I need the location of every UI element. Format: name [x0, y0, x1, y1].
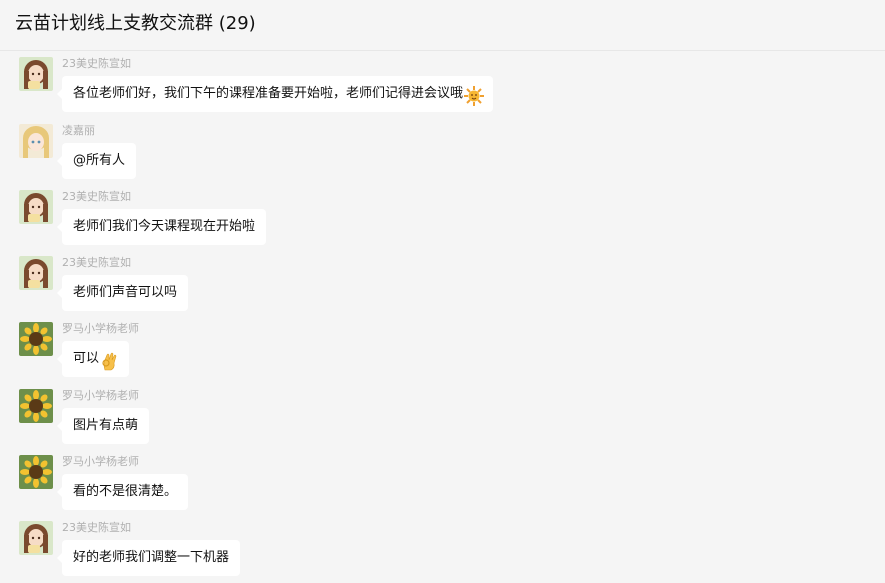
sender-name[interactable]: 23美史陈宣如 — [62, 188, 131, 204]
sunflower-avatar-icon — [19, 322, 53, 356]
message-bubble[interactable]: 看的不是很清楚。 — [56, 474, 189, 510]
sunflower-avatar-icon — [19, 455, 53, 489]
avatar[interactable] — [19, 190, 53, 224]
message-bubble[interactable]: @所有人 — [56, 143, 137, 179]
avatar[interactable] — [19, 322, 53, 356]
sender-name[interactable]: 23美史陈宣如 — [62, 254, 131, 270]
message-bubble[interactable]: 老师们我们今天课程现在开始啦 — [56, 209, 267, 245]
avatar[interactable] — [19, 124, 53, 158]
message-bubble[interactable]: 图片有点萌 — [56, 408, 150, 444]
message-text: 好的老师我们调整一下机器 — [73, 550, 230, 565]
message-text: @所有人 — [73, 153, 126, 168]
sun-emoji-icon — [464, 85, 485, 106]
anime-girl-brown-hair-avatar-icon — [19, 57, 53, 91]
anime-girl-brown-hair-avatar-icon — [19, 190, 53, 224]
sender-name[interactable]: 23美史陈宣如 — [62, 519, 131, 535]
avatar[interactable] — [19, 455, 53, 489]
avatar[interactable] — [19, 57, 53, 91]
message-text: 老师们我们今天课程现在开始啦 — [73, 219, 256, 234]
message-bubble[interactable]: 各位老师们好，我们下午的课程准备要开始啦，老师们记得进会议哦 — [56, 76, 494, 112]
message-bubble[interactable]: 老师们声音可以吗 — [56, 275, 189, 311]
avatar[interactable] — [19, 521, 53, 555]
avatar[interactable] — [19, 389, 53, 423]
message-text: 各位老师们好，我们下午的课程准备要开始啦，老师们记得进会议哦 — [73, 86, 464, 101]
message-text: 看的不是很清楚。 — [73, 484, 178, 499]
chat-title: 云苗计划线上支教交流群 (29) — [15, 13, 256, 34]
sender-name[interactable]: 罗马小学杨老师 — [62, 387, 139, 403]
avatar[interactable] — [19, 256, 53, 290]
anime-girl-brown-hair-avatar-icon — [19, 256, 53, 290]
ok-hand-emoji-icon — [100, 350, 118, 371]
message-bubble[interactable]: 可以 — [56, 341, 130, 377]
sender-name[interactable]: 凌嘉丽 — [62, 122, 95, 138]
sender-name[interactable]: 23美史陈宣如 — [62, 55, 131, 71]
anime-girl-blonde-avatar-icon — [19, 124, 53, 158]
message-text: 图片有点萌 — [73, 418, 139, 433]
chat-header: 云苗计划线上支教交流群 (29) — [0, 0, 885, 51]
message-text: 老师们声音可以吗 — [73, 285, 178, 300]
message-text: 可以 — [73, 351, 100, 366]
anime-girl-brown-hair-avatar-icon — [19, 521, 53, 555]
message-bubble[interactable]: 好的老师我们调整一下机器 — [56, 540, 241, 576]
sender-name[interactable]: 罗马小学杨老师 — [62, 453, 139, 469]
message-list[interactable]: 23美史陈宣如 各位老师们好，我们下午的课程准备要开始啦，老师们记得进会议哦 凌… — [0, 51, 885, 583]
sunflower-avatar-icon — [19, 389, 53, 423]
sender-name[interactable]: 罗马小学杨老师 — [62, 320, 139, 336]
